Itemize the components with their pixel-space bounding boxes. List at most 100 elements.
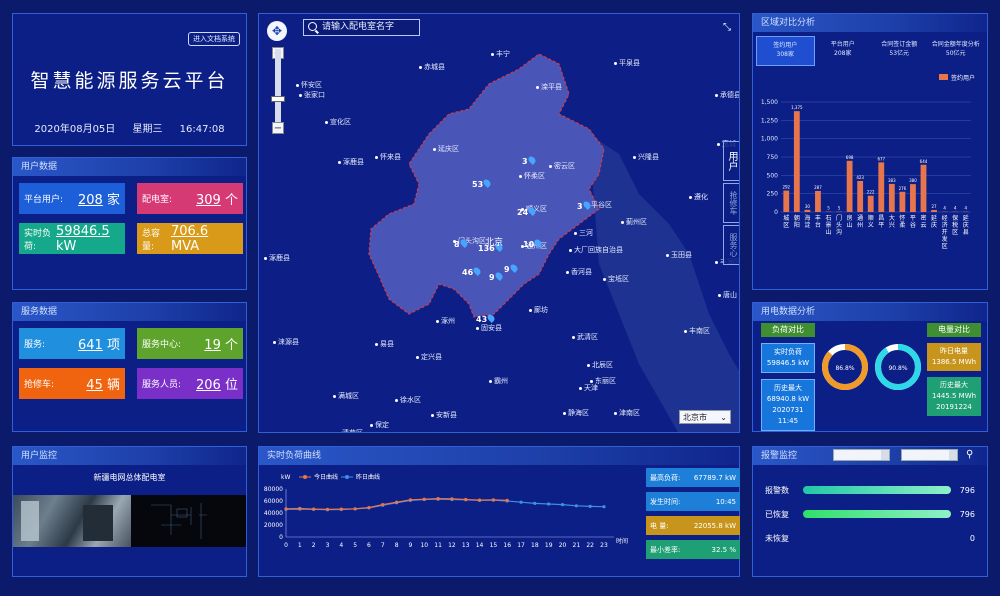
map-place-label: 廊坊 [529,305,548,315]
legend-today-label: 今日曲线 [314,473,338,481]
map-side-tab[interactable]: 抢修车 [723,183,739,223]
map-panel[interactable]: ✥ + − 请输入配电室名字 ⤡ 赤城县怀安区张家口宣化区涿鹿县怀来县延庆区丰宁… [258,13,740,433]
x-tick-label: 2 [312,542,316,549]
time-text: 16:47:08 [179,124,225,135]
load-max-time: 2020731 11:45 [772,406,804,425]
user-stat-card[interactable]: 平台用户: 208 家 [19,183,125,214]
x-tick-label: 房 [847,214,853,222]
x-tick-label: 14 [476,542,484,549]
camera-feed-1[interactable] [13,495,131,547]
yesterday-point [588,504,592,508]
service-stat-card[interactable]: 服务中心: 19 个 [137,328,243,359]
bar [857,180,864,212]
x-tick-label: 庆 [931,221,937,229]
zoom-slider-handle[interactable] [271,96,285,102]
today-point [298,506,302,511]
map-side-tab[interactable]: 服务心 [723,225,739,265]
panel-title: 用户数据 [13,158,246,176]
x-tick-label: 13 [462,542,470,549]
today-point [450,497,454,501]
yesterday-point [519,500,523,504]
x-tick-label: 延 [931,214,937,222]
load-stat: 发生时间: 10:45 [646,492,740,511]
region-tab[interactable]: 合同金额年度分析 50亿元 [928,36,985,66]
power-ring-gauge: 90.8% [875,344,921,390]
today-point [422,497,426,501]
bar [783,190,790,212]
legend-label: 签约用户 [951,74,975,82]
camera-feed-2[interactable] [131,495,246,547]
x-tick-label: 20 [559,542,567,549]
map-pin[interactable]: 46 [462,266,483,277]
enter-document-system-button[interactable]: 进入文档系统 [188,32,240,46]
y-tick-label: 500 [767,172,779,179]
service-stat-card[interactable]: 抢修车: 45 辆 [19,368,125,399]
x-tick-label: 22 [586,542,594,549]
today-point [381,503,385,507]
map-place-label: 北辰区 [587,360,613,370]
region-tab[interactable]: 平台用户 208家 [815,36,872,66]
alarm-row: 已恢复 796 [765,509,975,519]
calendar-icon[interactable] [881,450,889,460]
user-stat-card[interactable]: 配电室: 309 个 [137,183,243,214]
x-tick-label: 18 [531,542,539,549]
map-place-label: 满城区 [333,391,359,401]
x-tick-label: 县 [963,229,969,236]
map-pin[interactable]: 53 [472,178,493,189]
user-stat-card[interactable]: 总容量: 706.6 MVA [137,223,243,254]
bar-value-label: 423 [856,175,864,180]
y-tick-label: 750 [767,154,779,161]
service-stat-card[interactable]: 服务: 641 项 [19,328,125,359]
x-tick-label: 保 [952,214,958,222]
map-place-label: 静海区 [563,408,589,418]
bar-value-label: 4 [943,206,946,211]
map-place-label: 宣化区 [325,117,351,127]
service-data-panel: 服务数据 服务: 641 项 服务中心: 19 个抢修车: 45 辆 服务人员: 206 位 [12,302,247,432]
bar-value-label: 4 [954,206,957,211]
x-tick-label: 朝 [794,214,800,222]
calendar-icon[interactable] [949,450,957,460]
bar [846,160,853,212]
map-pin[interactable]: 9 [504,263,519,274]
city-select[interactable]: 北京市 ⌄ [679,410,731,424]
map-pin[interactable]: 24 [517,206,538,217]
x-tick-label: 石 [825,215,831,222]
map-pin[interactable]: 9 [489,271,504,282]
map-place-label: 安新县 [431,410,457,420]
region-tab[interactable]: 签约用户 308家 [756,36,815,66]
card-value: 208 家 [78,193,120,208]
x-tick-label: 11 [434,542,442,549]
x-tick-label: 12 [448,542,456,549]
x-tick-label: 济 [942,221,948,229]
map-pin[interactable]: 3 [522,155,537,166]
map-pin[interactable]: 8 [454,238,469,249]
zoom-out-button[interactable]: − [272,122,284,134]
today-point [353,507,357,511]
x-tick-label: 顺 [868,215,874,222]
fullscreen-icon[interactable]: ⤡ [723,22,731,33]
x-tick-label: 州 [857,222,863,229]
x-tick-label: 头 [836,221,842,229]
search-input[interactable]: 请输入配电室名字 [303,19,420,36]
zoom-slider-track[interactable] [275,49,281,129]
alarm-start-date-input[interactable] [833,449,890,461]
map-side-tab[interactable]: 用户 [723,141,739,181]
bar [910,184,916,212]
bar-value-label: 5 [827,206,830,211]
map-pin[interactable]: 3 [577,200,592,211]
map-pin[interactable]: 10 [523,238,544,249]
user-stat-card[interactable]: 实时负荷: 59846.5 kW [19,223,125,254]
map-place-label: 定兴县 [416,352,442,362]
region-tab[interactable]: 合同签订金额 53亿元 [871,36,928,66]
search-icon[interactable]: ⚲ [966,449,973,460]
map-pan-control[interactable]: ✥ [267,21,287,41]
map-pin[interactable]: 43 [476,313,497,324]
camera-label: 新疆电网总体配电室 [93,473,166,482]
card-label: 配电室: [142,195,173,205]
beijing-map[interactable] [259,14,740,433]
power-compare-head: 电量对比 [927,323,981,337]
alarm-end-date-input[interactable] [901,449,958,461]
service-stat-card[interactable]: 服务人员: 206 位 [137,368,243,399]
page-title: 智慧能源服务云平台 [30,70,229,92]
x-tick-label: 9 [409,542,413,549]
